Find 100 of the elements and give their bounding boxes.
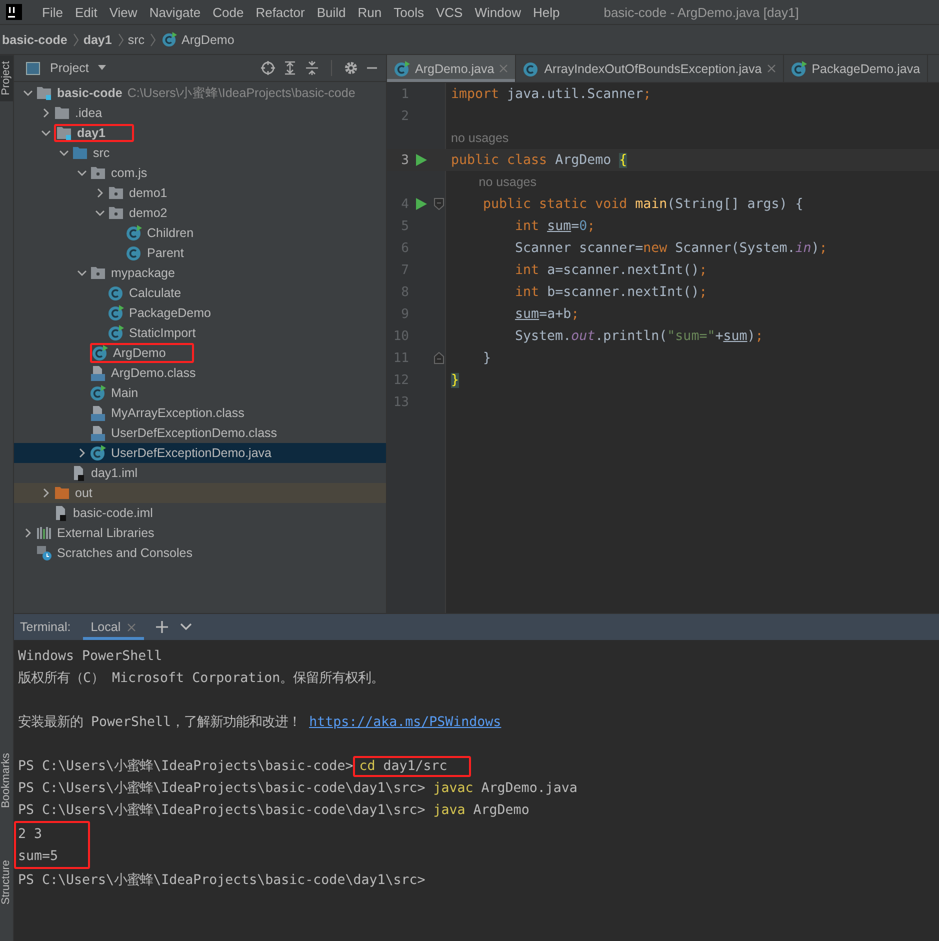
code-line: int sum=0;: [515, 218, 596, 234]
package-icon: [108, 206, 124, 220]
tree-item[interactable]: StaticImport: [108, 325, 196, 341]
terminal-prompt: PS C:\Users\小蜜蜂\IdeaProjects\basic-code\day1\src>: [18, 872, 426, 889]
terminal-output: 安装最新的 PowerShell，了解新功能和改进！: [18, 714, 302, 731]
tree-item[interactable]: mypackage: [90, 266, 175, 280]
tree-item[interactable]: basic-code C:\Users\小蜜蜂\IdeaProjects\basic-code: [36, 84, 356, 102]
add-icon[interactable]: [156, 621, 168, 633]
code-line: public static void main(String[] args) {: [483, 196, 804, 212]
package-icon: [90, 166, 106, 180]
tree-item[interactable]: .idea: [54, 106, 102, 120]
breadcrumb-item[interactable]: ArgDemo: [181, 32, 234, 46]
package-icon: [108, 186, 124, 200]
terminal-command: javac: [433, 780, 474, 796]
menu-item[interactable]: Code: [206, 4, 250, 20]
editor-tab[interactable]: ArrayIndexOutOfBoundsException.java: [516, 55, 784, 82]
tree-item[interactable]: PackageDemo: [108, 305, 211, 321]
menu-item[interactable]: Help: [526, 4, 566, 20]
chevron-icon: [118, 32, 124, 46]
tree-item[interactable]: External Libraries: [36, 526, 154, 540]
panel-title[interactable]: Project: [50, 61, 89, 75]
close-icon[interactable]: [766, 64, 776, 73]
tool-window-tab[interactable]: Project: [0, 55, 13, 102]
menu-item[interactable]: VCS: [430, 4, 469, 20]
code-line: int a=scanner.nextInt();: [515, 262, 708, 278]
tree-item[interactable]: demo2: [108, 206, 168, 220]
code-line: }: [483, 350, 492, 366]
tree-item[interactable]: Parent: [126, 245, 184, 261]
tree-item[interactable]: MyArrayException.class: [90, 405, 244, 421]
chevron-icon: [73, 32, 80, 46]
folder-icon: [54, 486, 70, 500]
dropdown-icon[interactable]: [180, 623, 192, 631]
editor-tab[interactable]: ArgDemo.java: [387, 55, 516, 82]
menu-item[interactable]: Navigate: [143, 4, 207, 20]
crosshair-icon[interactable]: [261, 61, 275, 75]
menu-item[interactable]: Edit: [68, 4, 104, 20]
terminal-tab[interactable]: Local: [82, 614, 144, 640]
menu-item[interactable]: Run: [352, 4, 388, 20]
terminal-output: sum=5: [18, 848, 58, 864]
settings-icon[interactable]: [344, 61, 358, 75]
menu-item[interactable]: View: [103, 4, 144, 20]
app-logo-icon: [6, 4, 22, 20]
breadcrumb-item[interactable]: basic-code: [2, 32, 68, 46]
folder-icon: [54, 106, 70, 120]
tree-item[interactable]: day1.iml: [72, 465, 138, 481]
breadcrumb-item[interactable]: day1: [83, 32, 112, 46]
caret-icon[interactable]: [96, 65, 107, 71]
module-folder-icon: [56, 126, 72, 140]
terminal-link[interactable]: https://aka.ms/PSWindows: [309, 714, 502, 730]
tree-item[interactable]: day1: [56, 126, 106, 140]
file-icon: [72, 465, 86, 481]
window-title: basic-code - ArgDemo.java [day1]: [604, 4, 799, 20]
menu-item[interactable]: Refactor: [250, 4, 311, 20]
menu-item[interactable]: Tools: [388, 4, 430, 20]
tree-item[interactable]: ArgDemo.class: [90, 365, 196, 381]
tool-window-title: Terminal:: [20, 620, 71, 634]
terminal-output: 2 3: [18, 826, 42, 842]
code-line: int b=scanner.nextInt();: [515, 284, 708, 300]
menu-item[interactable]: Window: [468, 4, 527, 20]
code-line: Scanner scanner=new Scanner(System.in);: [515, 240, 828, 256]
tool-window-tab[interactable]: Structure: [0, 854, 13, 911]
folder-icon: [72, 146, 88, 160]
menu-item[interactable]: File: [36, 4, 69, 20]
tree-item[interactable]: Main: [90, 385, 138, 401]
terminal-output: ArgDemo.java: [481, 780, 578, 796]
editor-tab[interactable]: PackageDemo.java: [784, 55, 928, 82]
tool-window-tab[interactable]: Bookmarks: [0, 747, 13, 814]
tree-item[interactable]: ArgDemo: [92, 345, 166, 361]
chevron-icon: [150, 32, 156, 46]
run-icon[interactable]: [416, 198, 426, 210]
tree-item[interactable]: com.js: [90, 166, 148, 180]
tree-item[interactable]: Children: [126, 225, 194, 241]
class-file-icon: [90, 425, 106, 441]
terminal-output: ArgDemo: [473, 802, 530, 818]
tree-item[interactable]: UserDefExceptionDemo.class: [90, 425, 278, 441]
run-icon[interactable]: [416, 154, 426, 166]
tree-item[interactable]: basic-code.iml: [54, 505, 153, 521]
fold-icon[interactable]: [434, 198, 444, 210]
tree-item[interactable]: src: [72, 146, 110, 160]
code-line: public class ArgDemo {: [451, 152, 628, 168]
panel-icon: [26, 62, 40, 74]
expand-all-icon[interactable]: [283, 61, 297, 75]
menu-item[interactable]: Build: [310, 4, 352, 20]
terminal-prompt: PS C:\Users\小蜜蜂\IdeaProjects\basic-code>: [18, 758, 354, 775]
terminal-command: java: [433, 802, 466, 818]
breadcrumb-item[interactable]: src: [128, 32, 144, 46]
tree-item[interactable]: Calculate: [108, 285, 182, 301]
libraries-icon: [36, 526, 52, 540]
code-line: sum=a+b;: [515, 306, 580, 322]
code-line: import java.util.Scanner;: [451, 86, 652, 102]
tree-item[interactable]: demo1: [108, 186, 168, 200]
package-icon: [90, 266, 106, 280]
tree-item[interactable]: out: [54, 486, 92, 500]
terminal-prompt: PS C:\Users\小蜜蜂\IdeaProjects\basic-code\day1\src>: [18, 802, 426, 819]
fold-icon[interactable]: [434, 352, 444, 364]
tree-item[interactable]: Scratches and Consoles: [36, 545, 192, 561]
class-file-icon: [90, 365, 106, 381]
terminal-output: day1/src: [383, 758, 448, 774]
scratches-icon: [36, 545, 52, 561]
collapse-all-icon[interactable]: [305, 61, 319, 75]
